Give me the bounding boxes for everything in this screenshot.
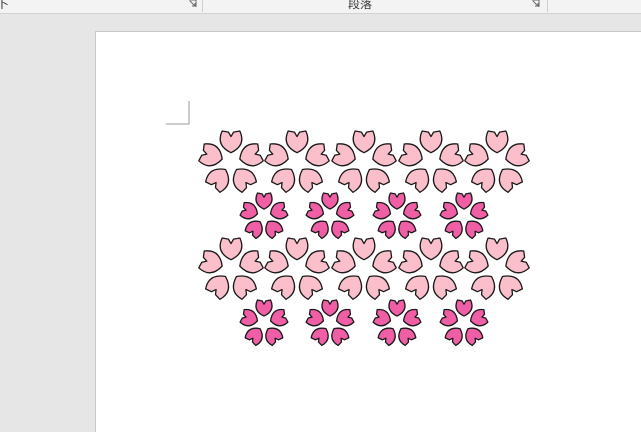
flower-petal	[439, 143, 464, 167]
flower-petal	[270, 168, 296, 193]
flower-petal	[498, 168, 524, 193]
flower-petal	[239, 250, 264, 274]
flower-petal	[398, 220, 417, 240]
flower-petal	[265, 220, 284, 240]
small-flower[interactable]	[239, 192, 289, 240]
flower-petal	[505, 250, 530, 274]
small-flower[interactable]	[372, 192, 422, 240]
flower-petal	[331, 327, 350, 347]
large-flower[interactable]	[264, 237, 330, 300]
flower-petal	[310, 327, 329, 347]
flower-petal	[198, 143, 223, 167]
flower-petal	[331, 250, 356, 274]
flower-petal	[444, 220, 463, 240]
small-flower[interactable]	[439, 192, 489, 240]
flower-petal	[398, 143, 423, 167]
flower-petal	[419, 130, 443, 154]
flower-petal	[498, 275, 524, 300]
large-flower[interactable]	[398, 130, 464, 193]
flower-petal	[244, 220, 263, 240]
flower-petal	[505, 143, 530, 167]
flower-petal	[244, 327, 263, 347]
flower-petal	[331, 143, 356, 167]
flower-petal	[388, 192, 406, 210]
large-flower[interactable]	[464, 130, 530, 193]
flower-petal	[444, 327, 463, 347]
flower-petal	[432, 168, 458, 193]
flower-petal	[470, 275, 496, 300]
flower-petal	[419, 237, 443, 261]
flower-petal	[485, 130, 509, 154]
flower-petal	[455, 192, 473, 210]
flower-petal	[264, 143, 289, 167]
flower-petal	[321, 299, 339, 317]
flower-petal	[465, 327, 484, 347]
flower-petal	[255, 192, 273, 210]
large-flower[interactable]	[198, 130, 264, 193]
flower-petal	[465, 220, 484, 240]
flower-petal	[365, 168, 391, 193]
flower-petal	[239, 143, 264, 167]
flower-petal	[464, 250, 489, 274]
flower-petal	[388, 299, 406, 317]
flower-petal	[331, 220, 350, 240]
flower-petal	[305, 250, 330, 274]
flower-petal	[398, 250, 423, 274]
flower-pattern[interactable]	[0, 0, 641, 402]
flower-petal	[352, 237, 376, 261]
flower-petal	[285, 130, 309, 154]
small-flower[interactable]	[439, 299, 489, 347]
flower-petal	[219, 130, 243, 154]
flower-petal	[198, 250, 223, 274]
flower-petal	[404, 275, 430, 300]
small-flower[interactable]	[239, 299, 289, 347]
flower-petal	[464, 143, 489, 167]
flower-petal	[337, 168, 363, 193]
flower-petal	[365, 275, 391, 300]
flower-petal	[439, 250, 464, 274]
flower-petal	[305, 143, 330, 167]
large-flower[interactable]	[398, 237, 464, 300]
flower-petal	[337, 275, 363, 300]
flower-petal	[372, 143, 397, 167]
small-flower[interactable]	[305, 192, 355, 240]
flower-petal	[270, 275, 296, 300]
flower-petal	[377, 220, 396, 240]
small-flower[interactable]	[305, 299, 355, 347]
flower-petal	[232, 275, 258, 300]
flower-petal	[321, 192, 339, 210]
flower-petal	[204, 168, 230, 193]
flower-petal	[255, 299, 273, 317]
flower-petal	[219, 237, 243, 261]
flower-petal	[232, 168, 258, 193]
flower-petal	[404, 168, 430, 193]
large-flower[interactable]	[264, 130, 330, 193]
flower-petal	[372, 250, 397, 274]
large-flower[interactable]	[464, 237, 530, 300]
flower-petal	[265, 327, 284, 347]
large-flower[interactable]	[198, 237, 264, 300]
flower-petal	[264, 250, 289, 274]
flower-petal	[298, 275, 324, 300]
flower-petal	[398, 327, 417, 347]
flower-petal	[204, 275, 230, 300]
flower-petal	[285, 237, 309, 261]
large-flower[interactable]	[331, 237, 397, 300]
flower-petal	[298, 168, 324, 193]
flower-petal	[432, 275, 458, 300]
flower-petal	[377, 327, 396, 347]
flower-petal	[352, 130, 376, 154]
small-flower[interactable]	[372, 299, 422, 347]
flower-petal	[470, 168, 496, 193]
flower-petal	[455, 299, 473, 317]
flower-petal	[485, 237, 509, 261]
large-flower[interactable]	[331, 130, 397, 193]
flower-petal	[310, 220, 329, 240]
